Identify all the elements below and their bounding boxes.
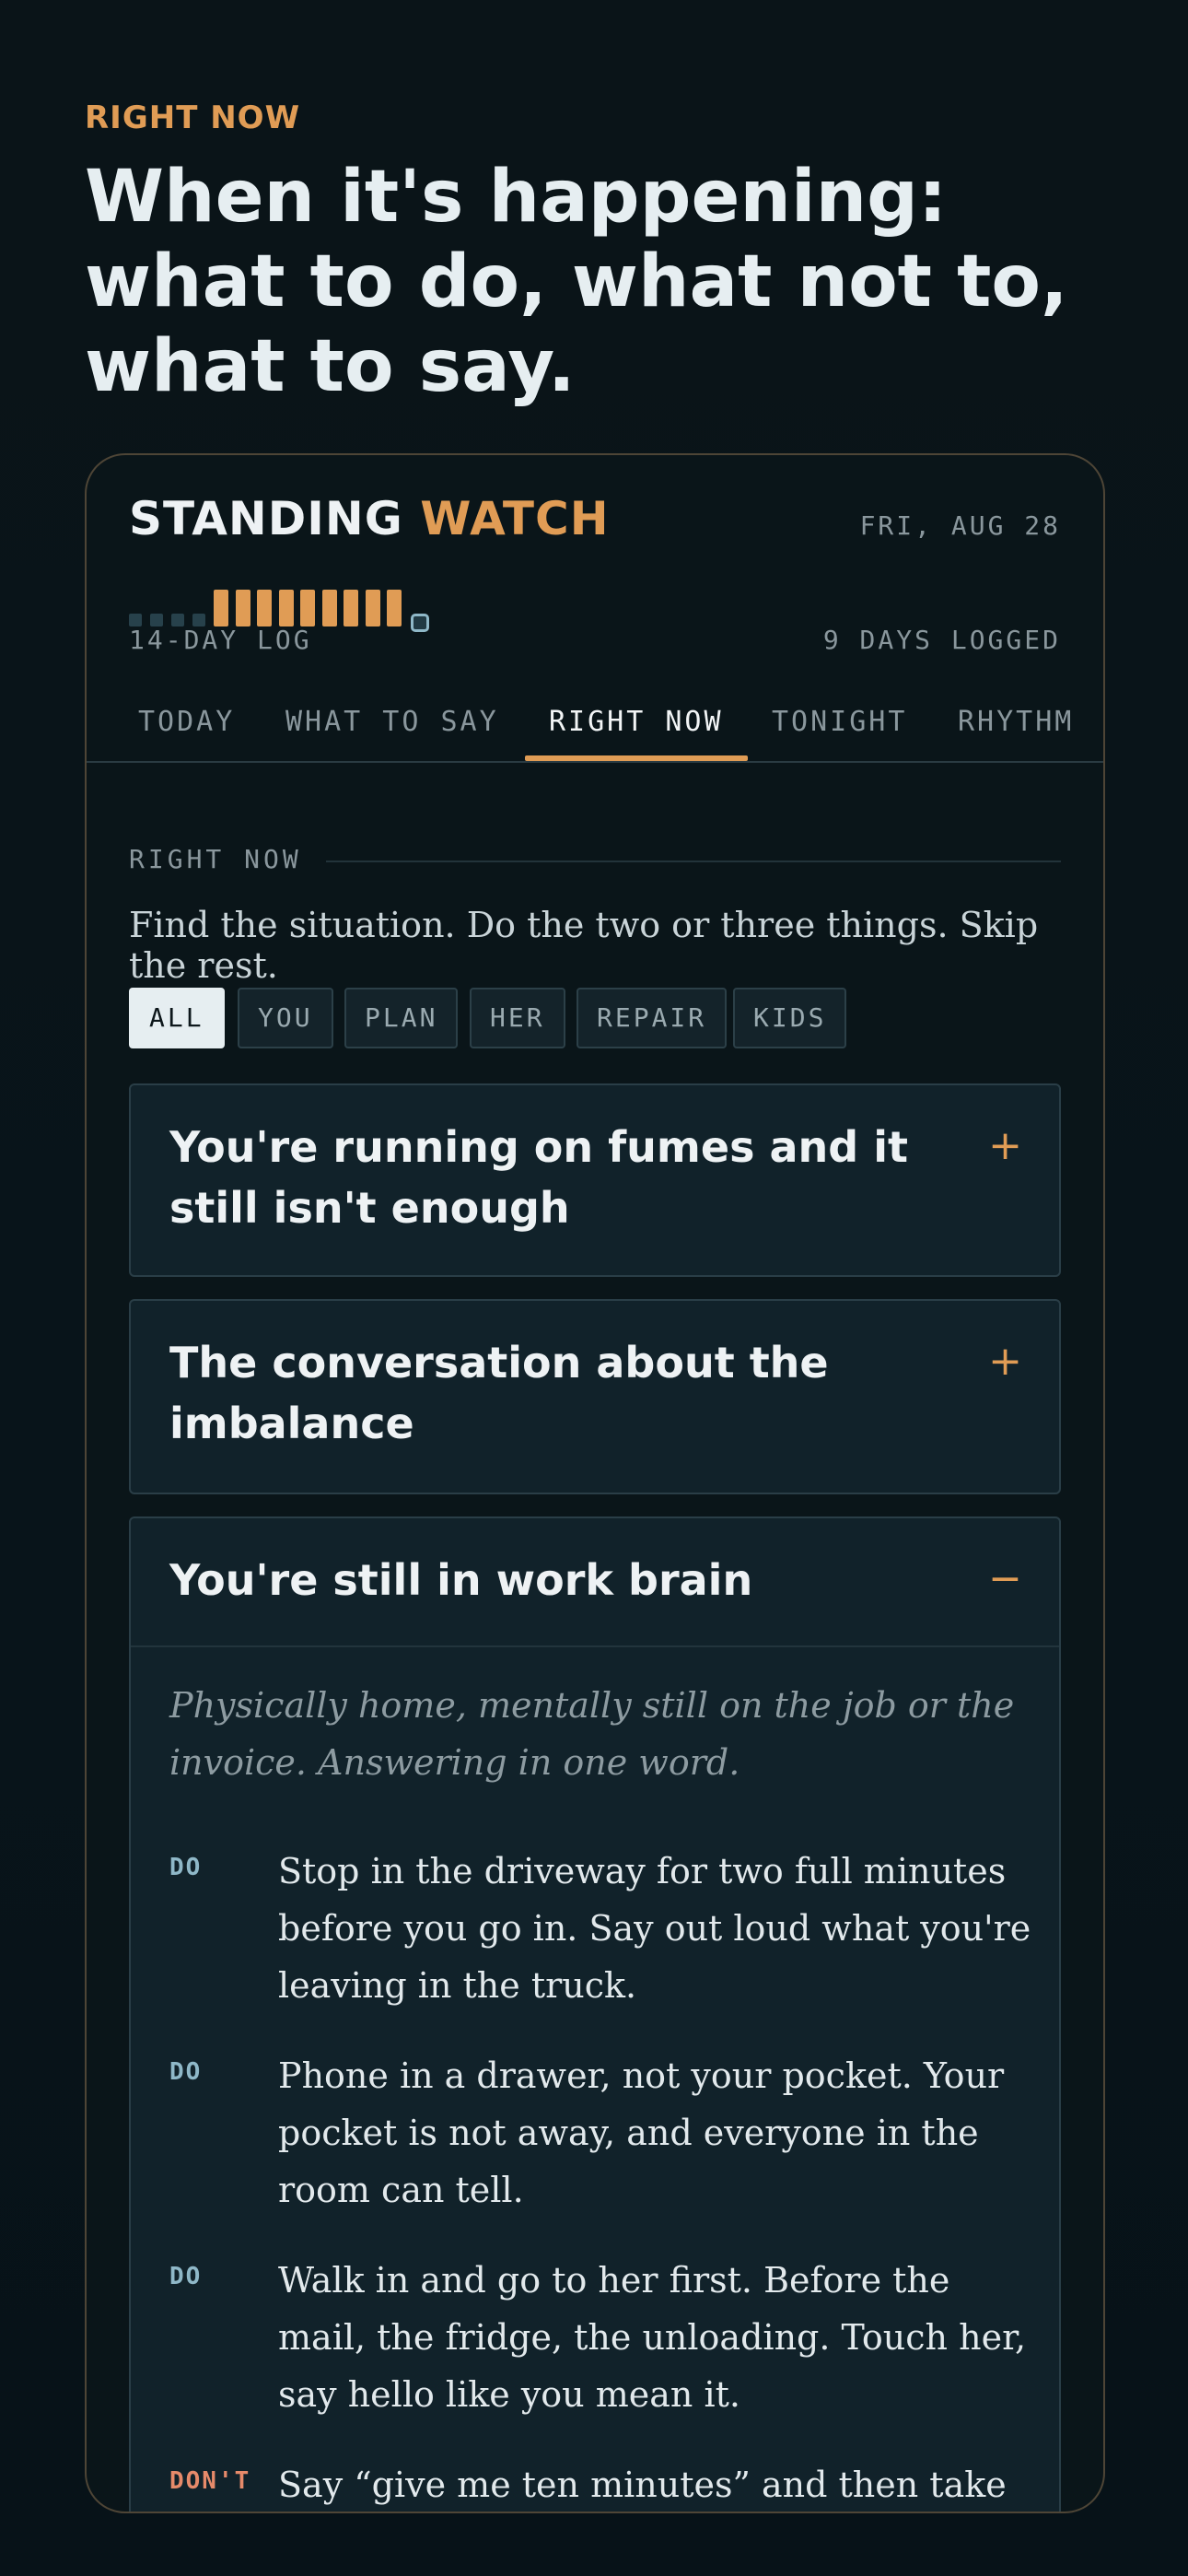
- tab-rhythm[interactable]: RHYTHM: [958, 704, 1074, 759]
- situation-title: The conversation about the imbalance: [169, 1338, 829, 1448]
- log-count: 9 DAYS LOGGED: [822, 625, 1061, 655]
- tab-what-to-say[interactable]: WHAT TO SAY: [285, 704, 499, 759]
- advice-item: DO Phone in a drawer, not your pocket. Y…: [169, 2047, 1035, 2219]
- advice-text: Say “give me ten minutes” and then take: [278, 2465, 1007, 2505]
- do-tag: DO: [169, 2263, 203, 2290]
- do-tag: DO: [169, 1854, 203, 1881]
- tab-today[interactable]: TODAY: [138, 704, 235, 759]
- advice-item: DO Walk in and go to her first. Before t…: [169, 2252, 1035, 2423]
- log-day-logged: [387, 590, 402, 626]
- expand-plus-icon[interactable]: +: [988, 1122, 1022, 1169]
- current-date: FRI, AUG 28: [859, 510, 1061, 541]
- filter-you[interactable]: YOU: [238, 988, 333, 1048]
- filter-all[interactable]: ALL: [129, 988, 225, 1048]
- log-day-logged: [278, 590, 294, 626]
- dont-tag: DON'T: [169, 2467, 251, 2495]
- brand-main: STANDING: [129, 492, 403, 545]
- expand-plus-icon[interactable]: +: [988, 1338, 1022, 1385]
- advice-item: DON'T Say “give me ten minutes” and then…: [169, 2456, 1035, 2512]
- log-day-logged: [365, 590, 380, 626]
- section-intro: Find the situation. Do the two or three …: [129, 905, 1039, 986]
- log-day-logged: [321, 590, 337, 626]
- day-log-chart: [129, 584, 497, 632]
- filter-repair[interactable]: REPAIR: [577, 988, 728, 1048]
- log-day-today: [410, 614, 429, 632]
- log-day-logged: [300, 590, 315, 626]
- situation-title: You're still in work brain: [169, 1555, 753, 1605]
- advice-item: DO Stop in the driveway for two full min…: [169, 1843, 1035, 2014]
- log-day-logged: [257, 590, 272, 626]
- hero-title-line: what to do, what not to,: [85, 240, 1068, 323]
- log-day-logged: [214, 590, 228, 626]
- do-tag: DO: [169, 2058, 203, 2086]
- tab-bar: TODAY WHAT TO SAY RIGHT NOW TONIGHT RHYT…: [87, 704, 1103, 763]
- hero-title-line: what to say.: [85, 325, 576, 408]
- situation-card-expanded[interactable]: You're still in work brain − Physically …: [129, 1516, 1061, 2512]
- advice-text: Stop in the driveway for two full minute…: [278, 1851, 1031, 2006]
- app-brand: STANDING WATCH: [129, 492, 610, 545]
- situation-card[interactable]: The conversation about the imbalance +: [129, 1299, 1061, 1494]
- brand-accent: WATCH: [420, 492, 610, 545]
- filter-plan[interactable]: PLAN: [344, 988, 459, 1048]
- filter-her[interactable]: HER: [470, 988, 565, 1048]
- situation-divider: [131, 1645, 1059, 1647]
- filter-kids[interactable]: KIDS: [733, 988, 847, 1048]
- situation-title: You're running on fumes and it still isn…: [169, 1122, 908, 1233]
- advice-text: Phone in a drawer, not your pocket. Your…: [278, 2055, 1005, 2210]
- collapse-minus-icon[interactable]: −: [988, 1555, 1022, 1602]
- log-day-logged: [235, 590, 250, 626]
- advice-text: Walk in and go to her first. Before the …: [278, 2260, 1027, 2415]
- hero-eyebrow: RIGHT NOW: [85, 100, 301, 136]
- log-day-logged: [344, 590, 358, 626]
- situation-description: Physically home, mentally still on the j…: [169, 1685, 1015, 1783]
- tab-right-now[interactable]: RIGHT NOW: [525, 704, 748, 761]
- log-label: 14-DAY LOG: [129, 625, 312, 655]
- section-label: RIGHT NOW: [129, 844, 302, 874]
- tab-tonight[interactable]: TONIGHT: [772, 704, 907, 759]
- hero-title: When it's happening: what to do, what no…: [85, 155, 1125, 409]
- hero: RIGHT NOW When it's happening: what to d…: [85, 100, 1125, 409]
- section-divider: [326, 861, 1061, 862]
- hero-title-line: When it's happening:: [85, 156, 948, 239]
- situation-card[interactable]: You're running on fumes and it still isn…: [129, 1083, 1061, 1277]
- app-card: STANDING WATCH FRI, AUG 28 14-DAY LOG 9 …: [85, 453, 1105, 2513]
